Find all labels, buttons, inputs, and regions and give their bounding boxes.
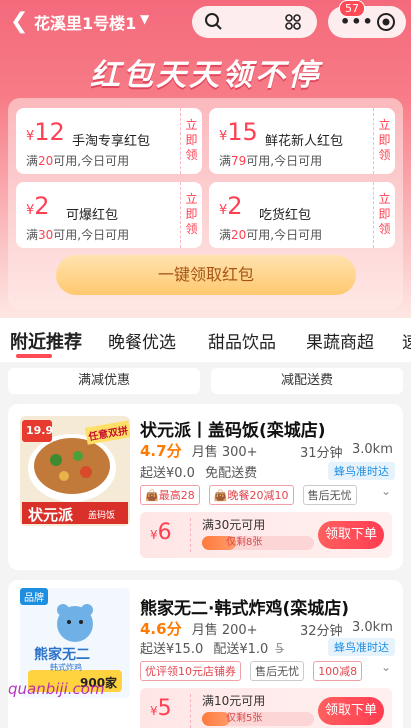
fengniao-badge: 蜂鸟准时达 <box>328 638 395 656</box>
store-rating: 4.6分 <box>140 620 182 638</box>
tag-aftersale: 售后无忧 <box>302 485 357 505</box>
delivery-info: 起送¥0.0 免配送费 <box>140 462 257 481</box>
deal-divider <box>190 518 191 552</box>
watermark: quanbiji.com <box>8 680 105 698</box>
store-stats: 4.6分 月售 200+ 32分钟 3.0km <box>140 618 393 639</box>
claim-button[interactable]: 立即领 <box>373 108 395 174</box>
tag-review-coupon: 优评领10元店铺券 <box>140 661 241 681</box>
coupon-card[interactable]: ¥2 吃货红包 满20可用,今日可用 立即领 <box>209 182 395 248</box>
delivery-fee: 配送¥1.0 <box>213 642 269 657</box>
coupon-name: 吃货红包 <box>259 208 312 223</box>
coupon-name: 可爆红包 <box>66 208 119 223</box>
claim-order-button[interactable]: 领取下单 <box>318 521 384 549</box>
location-label[interactable]: 花溪里1号楼1 <box>34 10 136 34</box>
coupon-name: 鲜花新人红包 <box>265 134 344 149</box>
deal-remaining: 仅剩5张 <box>226 713 263 724</box>
store-tags: 👜最高28 👜晚餐20减10 售后无忧 <box>140 484 361 505</box>
store-deal: ¥6 满30元可用 仅剩8张 领取下单 <box>140 512 392 558</box>
filter-chips: 满减优惠 减配送费 <box>0 362 411 398</box>
scan-icon[interactable] <box>284 13 302 31</box>
tag-dinner-deal: 👜晚餐20减10 <box>208 485 294 505</box>
deal-divider <box>190 694 191 728</box>
promo-price: 19.9 <box>26 424 54 437</box>
chevron-down-icon[interactable]: ⌄ <box>381 484 391 498</box>
search-icon <box>205 13 222 30</box>
tab-fruit[interactable]: 果蔬商超 <box>306 328 374 353</box>
thumb-brand: 熊家无二 <box>34 647 90 663</box>
coupon-condition: 满20可用,今日可用 <box>219 228 323 242</box>
deal-condition: 满10元可用 <box>202 694 266 708</box>
deal-amount: ¥5 <box>150 696 172 721</box>
more-icon[interactable]: ••• <box>340 14 374 30</box>
tab-more[interactable]: 速 <box>402 328 411 353</box>
store-rating: 4.7分 <box>140 442 182 460</box>
min-order: 起送¥15.0 <box>140 642 204 657</box>
store-name[interactable]: 状元派丨盖码饭(栾城店) <box>140 416 326 441</box>
chip-delivery-fee[interactable]: 减配送费 <box>211 368 403 394</box>
coupon-condition: 满30可用,今日可用 <box>26 228 130 242</box>
claim-button[interactable]: 立即领 <box>180 108 202 174</box>
coupon-amount: ¥2 <box>219 192 243 220</box>
tag-discount: 100减8 <box>313 661 363 681</box>
store-tags: 优评领10元店铺券 售后无忧 100减8 <box>140 660 366 681</box>
coupon-card[interactable]: ¥15 鲜花新人红包 满79可用,今日可用 立即领 <box>209 108 395 174</box>
deal-condition: 满30元可用 <box>202 518 266 532</box>
search-box[interactable] <box>192 6 317 38</box>
delivery-fee-original: 5 <box>275 642 284 657</box>
store-sales: 月售 200+ <box>191 623 258 638</box>
coupon-amount: ¥15 <box>219 118 258 146</box>
store-card[interactable]: 19.9 任意双拼 状元派 盖码饭 状元派丨盖码饭(栾城店) 4.7分 月售 3… <box>8 404 403 570</box>
tag-max-discount: 👜最高28 <box>140 485 200 505</box>
min-order: 起送¥0.0 <box>140 466 195 481</box>
tab-dessert[interactable]: 甜品饮品 <box>208 328 276 353</box>
tag-aftersale: 售后无忧 <box>250 661 305 681</box>
coupon-amount: ¥2 <box>26 192 50 220</box>
thumb-brand: 状元派 <box>28 506 74 524</box>
delivery-fee: 免配送费 <box>205 466 258 481</box>
claim-button[interactable]: 立即领 <box>180 182 202 248</box>
store-stats: 4.7分 月售 300+ 31分钟 3.0km <box>140 440 393 461</box>
tab-nearby[interactable]: 附近推荐 <box>10 328 82 354</box>
coupon-card[interactable]: ¥12 手淘专享红包 满20可用,今日可用 立即领 <box>16 108 202 174</box>
coupon-name: 手淘专享红包 <box>72 134 151 149</box>
chevron-down-icon[interactable]: ⌄ <box>381 660 391 674</box>
coupon-condition: 满79可用,今日可用 <box>219 154 323 168</box>
category-tabs: 附近推荐 晚餐优选 甜品饮品 果蔬商超 速 <box>0 318 411 362</box>
chip-discount[interactable]: 满减优惠 <box>8 368 200 394</box>
store-thumbnail: 19.9 任意双拼 状元派 盖码饭 <box>20 416 130 526</box>
distance: 3.0km <box>352 442 393 457</box>
chevron-down-icon[interactable]: ▼ <box>140 12 149 26</box>
message-badge: 57 <box>339 0 365 17</box>
delivery-time: 31分钟 <box>300 446 343 461</box>
close-target-icon[interactable] <box>376 12 396 32</box>
top-bar: ❮ 花溪里1号楼1 ▼ ••• 57 <box>0 0 411 46</box>
store-card[interactable]: 熊家无二 韩式炸鸡 900家 品牌 熊家无二·韩式炸鸡(栾城店) 4.6分 月售… <box>8 580 403 728</box>
claim-order-button[interactable]: 领取下单 <box>318 697 384 725</box>
fengniao-badge: 蜂鸟准时达 <box>328 462 395 480</box>
store-deal: ¥5 满10元可用 仅剩5张 领取下单 <box>140 688 392 728</box>
deal-remaining: 仅剩8张 <box>226 537 263 548</box>
delivery-time: 32分钟 <box>300 624 343 639</box>
tab-dinner[interactable]: 晚餐优选 <box>108 328 176 353</box>
hero-title: 红包天天领不停 <box>90 58 321 93</box>
claim-all-button[interactable]: 一键领取红包 <box>56 255 356 295</box>
deal-progress: 仅剩8张 <box>202 536 314 550</box>
deal-progress: 仅剩5张 <box>202 712 314 726</box>
brand-badge: 品牌 <box>20 588 48 605</box>
active-tab-indicator <box>16 354 52 358</box>
deal-amount: ¥6 <box>150 520 172 545</box>
store-sales: 月售 300+ <box>191 445 258 460</box>
thumb-sub: 盖码饭 <box>88 511 116 521</box>
store-name[interactable]: 熊家无二·韩式炸鸡(栾城店) <box>140 594 349 619</box>
claim-button[interactable]: 立即领 <box>373 182 395 248</box>
delivery-info: 起送¥15.0 配送¥1.0 5 <box>140 638 284 657</box>
distance: 3.0km <box>352 620 393 635</box>
coupon-card[interactable]: ¥2 可爆红包 满30可用,今日可用 立即领 <box>16 182 202 248</box>
thumb-sub: 韩式炸鸡 <box>50 663 82 672</box>
back-icon[interactable]: ❮ <box>10 8 32 36</box>
coupon-amount: ¥12 <box>26 118 65 146</box>
coupon-condition: 满20可用,今日可用 <box>26 154 130 168</box>
